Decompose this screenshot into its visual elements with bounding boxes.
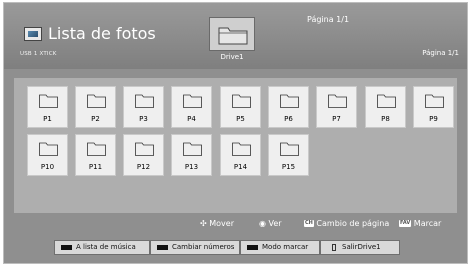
folder-tile[interactable]: P7 (316, 86, 357, 128)
folder-label: P10 (40, 163, 55, 171)
folder-label: P14 (233, 163, 248, 171)
folder-icon (218, 27, 248, 45)
navigation-hints: ✣ Mover ◉ Ver CH Cambio de página FAV Ma… (4, 215, 467, 233)
music-list-label: A lista de música (76, 243, 136, 251)
folder-icon (39, 142, 58, 156)
bottom-button-bar: A lista de música Cambiar números Modo m… (4, 234, 467, 263)
ch-key-icon: CH (304, 220, 314, 227)
header: Lista de fotos USB 1 XTICK Drive1 Página… (4, 3, 467, 69)
folder-label: P7 (332, 115, 341, 123)
exit-drive-button[interactable]: SalirDrive1 (320, 240, 400, 255)
device-label: USB 1 XTICK (20, 51, 57, 57)
change-numbers-label: Cambiar números (172, 243, 235, 251)
photo-list-window: Lista de fotos USB 1 XTICK Drive1 Página… (3, 2, 468, 264)
folder-tile[interactable]: P6 (268, 86, 309, 128)
folder-label: P1 (43, 115, 52, 123)
folder-label: P13 (184, 163, 199, 171)
folder-label: P4 (187, 115, 196, 123)
view-hint: ◉ Ver (259, 219, 282, 228)
exit-icon (332, 244, 336, 251)
drive-button[interactable] (209, 17, 255, 51)
dpad-icon: ✣ (200, 219, 207, 228)
folder-icon (135, 94, 154, 108)
move-hint: ✣ Mover (200, 219, 234, 228)
page-indicator-top: Página 1/1 (307, 15, 350, 24)
change-numbers-button[interactable]: Cambiar números (150, 240, 240, 255)
ok-icon: ◉ (259, 219, 266, 228)
folder-icon (280, 142, 299, 156)
folder-label: P5 (236, 115, 245, 123)
page-change-label: Cambio de página (316, 219, 390, 228)
folder-label: P9 (429, 115, 438, 123)
folder-tile[interactable]: P4 (171, 86, 212, 128)
folder-icon (135, 142, 154, 156)
folder-icon (183, 94, 202, 108)
folder-label: P3 (139, 115, 148, 123)
folder-icon (328, 94, 347, 108)
yellow-key-icon (247, 245, 258, 250)
folder-icon (87, 94, 106, 108)
folder-tile[interactable]: P5 (220, 86, 261, 128)
green-key-icon (157, 245, 168, 250)
folder-tile[interactable]: P15 (268, 134, 309, 176)
folder-tile[interactable]: P11 (75, 134, 116, 176)
mark-hint-label: Marcar (413, 219, 442, 228)
folder-icon (39, 94, 58, 108)
folder-tile[interactable]: P12 (123, 134, 164, 176)
red-key-icon (61, 245, 72, 250)
folder-icon (232, 142, 251, 156)
folder-label: P15 (281, 163, 296, 171)
mark-hint: FAV Marcar (399, 219, 441, 228)
folder-icon (87, 142, 106, 156)
folder-label: P12 (136, 163, 151, 171)
folder-tile[interactable]: P1 (27, 86, 68, 128)
folder-tile[interactable]: P2 (75, 86, 116, 128)
folder-label: P2 (91, 115, 100, 123)
folder-tile[interactable]: P9 (413, 86, 454, 128)
move-hint-label: Mover (209, 219, 234, 228)
exit-drive-label: SalirDrive1 (342, 243, 381, 251)
page-title: Lista de fotos (48, 24, 156, 43)
photo-icon (24, 27, 42, 41)
mark-mode-button[interactable]: Modo marcar (240, 240, 320, 255)
folder-icon (377, 94, 396, 108)
folder-icon (183, 142, 202, 156)
folder-icon (425, 94, 444, 108)
folder-icon (232, 94, 251, 108)
folder-label: P11 (88, 163, 103, 171)
page-change-hint: CH Cambio de página (304, 219, 389, 228)
folder-tile[interactable]: P3 (123, 86, 164, 128)
folder-label: P8 (381, 115, 390, 123)
folder-tile[interactable]: P10 (27, 134, 68, 176)
drive-label: Drive1 (220, 53, 244, 61)
folder-label: P6 (284, 115, 293, 123)
folder-grid: P1 P2 P3 P4 P5 P6 P7 P8 P9 P10 P11 P12 P… (14, 78, 457, 213)
mark-mode-label: Modo marcar (262, 243, 309, 251)
folder-tile[interactable]: P8 (365, 86, 406, 128)
folder-tile[interactable]: P13 (171, 134, 212, 176)
folder-tile[interactable]: P14 (220, 134, 261, 176)
view-hint-label: Ver (268, 219, 282, 228)
folder-icon (280, 94, 299, 108)
fav-key-icon: FAV (399, 220, 412, 227)
music-list-button[interactable]: A lista de música (54, 240, 150, 255)
page-indicator-right: Página 1/1 (422, 49, 459, 57)
